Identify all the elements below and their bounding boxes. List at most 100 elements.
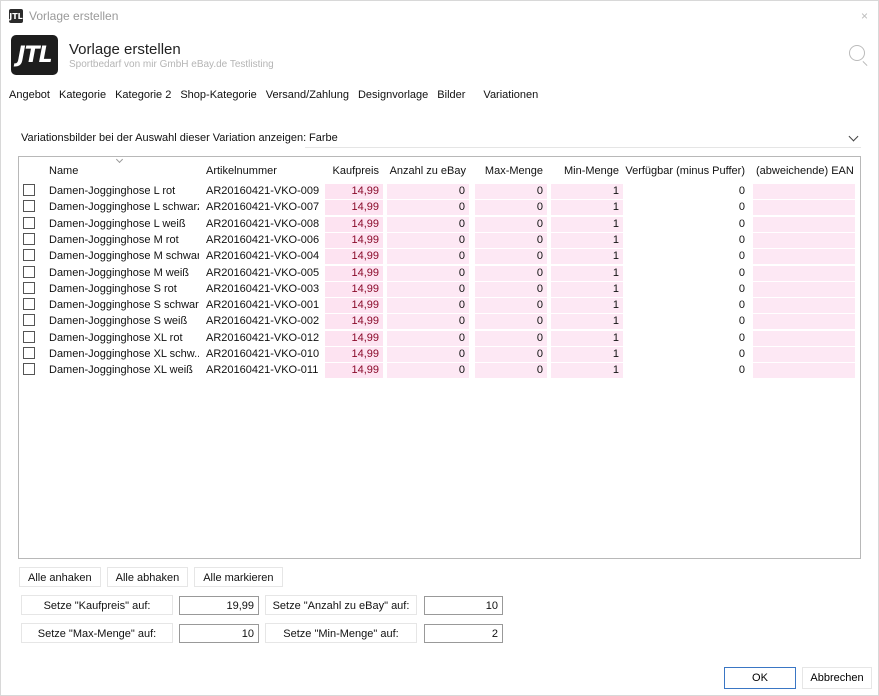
cell-ebay-qty[interactable]: 0 <box>387 298 469 314</box>
column-header-name[interactable]: Name <box>49 165 78 177</box>
cell-max-qty[interactable]: 0 <box>475 314 547 330</box>
cell-max-qty[interactable]: 0 <box>475 298 547 314</box>
tab-versand-zahlung[interactable]: Versand/Zahlung <box>266 89 349 105</box>
cell-ean[interactable] <box>753 265 855 281</box>
set-max-qty-button[interactable]: Setze "Max-Menge" auf: <box>21 623 173 643</box>
cell-ebay-qty[interactable]: 0 <box>387 265 469 281</box>
set-min-qty-button[interactable]: Setze "Min-Menge" auf: <box>265 623 417 643</box>
cell-max-qty[interactable]: 0 <box>475 216 547 232</box>
row-checkbox[interactable] <box>23 265 35 278</box>
table-row[interactable]: Damen-Jogginghose M weiß AR20160421-VKO-0… <box>19 265 860 281</box>
cell-ebay-qty[interactable]: 0 <box>387 281 469 297</box>
cell-min-qty[interactable]: 1 <box>551 314 623 330</box>
row-checkbox[interactable] <box>23 249 35 262</box>
set-price-button[interactable]: Setze "Kaufpreis" auf: <box>21 595 173 615</box>
column-header-max-qty[interactable]: Max-Menge <box>473 165 543 177</box>
cell-max-qty[interactable]: 0 <box>475 281 547 297</box>
cell-ebay-qty[interactable]: 0 <box>387 184 469 199</box>
cell-price[interactable]: 14,99 <box>325 347 383 362</box>
uncheck-all-button[interactable]: Alle abhaken <box>106 567 189 587</box>
column-header-min-qty[interactable]: Min-Menge <box>549 165 619 177</box>
column-header-ebay-qty[interactable]: Anzahl zu eBay <box>385 165 466 177</box>
table-row[interactable]: Damen-Jogginghose L schwarz AR20160421-VK… <box>19 199 860 216</box>
cell-ebay-qty[interactable]: 0 <box>387 347 469 362</box>
table-row[interactable]: Damen-Jogginghose M schwarz AR20160421-VK… <box>19 248 860 265</box>
cell-min-qty[interactable]: 1 <box>551 298 623 314</box>
row-checkbox[interactable] <box>23 347 35 359</box>
cell-price[interactable]: 14,99 <box>325 314 383 330</box>
cell-ean[interactable] <box>753 330 855 346</box>
row-checkbox[interactable] <box>23 184 35 196</box>
row-checkbox[interactable] <box>23 200 35 213</box>
row-checkbox[interactable] <box>23 232 35 245</box>
table-row[interactable]: Damen-Jogginghose XL weiß AR20160421-VKO-… <box>19 362 860 379</box>
cell-max-qty[interactable]: 0 <box>475 249 547 265</box>
set-max-qty-input[interactable] <box>179 624 259 643</box>
cell-ean[interactable] <box>753 314 855 330</box>
select-all-button[interactable]: Alle markieren <box>194 567 283 587</box>
cell-price[interactable]: 14,99 <box>325 216 383 232</box>
set-ebay-qty-input[interactable] <box>424 596 503 615</box>
cell-min-qty[interactable]: 1 <box>551 347 623 362</box>
row-checkbox[interactable] <box>23 314 35 327</box>
cell-price[interactable]: 14,99 <box>325 249 383 265</box>
tab-shop-kategorie[interactable]: Shop-Kategorie <box>180 89 256 105</box>
cell-price[interactable]: 14,99 <box>325 281 383 297</box>
cell-ebay-qty[interactable]: 0 <box>387 249 469 265</box>
tab-designvorlage[interactable]: Designvorlage <box>358 89 428 105</box>
cell-price[interactable]: 14,99 <box>325 184 383 199</box>
set-price-input[interactable] <box>179 596 259 615</box>
cell-max-qty[interactable]: 0 <box>475 184 547 199</box>
table-row[interactable]: Damen-Jogginghose S rot AR20160421-VKO-00… <box>19 281 860 297</box>
cell-price[interactable]: 14,99 <box>325 265 383 281</box>
variation-images-select[interactable]: Farbe <box>305 128 861 148</box>
cell-price[interactable]: 14,99 <box>325 232 383 248</box>
cell-min-qty[interactable]: 1 <box>551 363 623 379</box>
cell-ean[interactable] <box>753 298 855 314</box>
column-header-ean[interactable]: (abweichende) EAN <box>756 165 854 177</box>
cell-max-qty[interactable]: 0 <box>475 265 547 281</box>
cell-ean[interactable] <box>753 363 855 379</box>
row-checkbox[interactable] <box>23 363 35 376</box>
cell-ean[interactable] <box>753 216 855 232</box>
tab-kategorie-2[interactable]: Kategorie 2 <box>115 89 171 105</box>
cell-ean[interactable] <box>753 347 855 362</box>
cell-min-qty[interactable]: 1 <box>551 200 623 216</box>
column-header-sku[interactable]: Artikelnummer <box>206 165 277 177</box>
tab-variationen[interactable]: Variationen <box>483 89 538 105</box>
cell-min-qty[interactable]: 1 <box>551 281 623 297</box>
cell-ean[interactable] <box>753 232 855 248</box>
cell-min-qty[interactable]: 1 <box>551 249 623 265</box>
table-row[interactable]: Damen-Jogginghose M rot AR20160421-VKO-00… <box>19 232 860 248</box>
table-row[interactable]: Damen-Jogginghose XL rot AR20160421-VKO-0… <box>19 330 860 346</box>
search-icon[interactable] <box>849 45 865 61</box>
cell-min-qty[interactable]: 1 <box>551 330 623 346</box>
cell-ean[interactable] <box>753 281 855 297</box>
cell-ebay-qty[interactable]: 0 <box>387 314 469 330</box>
cell-ean[interactable] <box>753 249 855 265</box>
close-button[interactable]: × <box>861 9 868 23</box>
cell-price[interactable]: 14,99 <box>325 200 383 216</box>
cell-price[interactable]: 14,99 <box>325 363 383 379</box>
table-row[interactable]: Damen-Jogginghose L weiß AR20160421-VKO-0… <box>19 216 860 232</box>
table-row[interactable]: Damen-Jogginghose S schwarz AR20160421-VK… <box>19 297 860 314</box>
cell-max-qty[interactable]: 0 <box>475 330 547 346</box>
cell-min-qty[interactable]: 1 <box>551 232 623 248</box>
row-checkbox[interactable] <box>23 216 35 229</box>
set-ebay-qty-button[interactable]: Setze "Anzahl zu eBay" auf: <box>265 595 417 615</box>
tab-kategorie[interactable]: Kategorie <box>59 89 106 105</box>
tab-angebot[interactable]: Angebot <box>9 89 50 105</box>
table-row[interactable]: Damen-Jogginghose S weiß AR20160421-VKO-0… <box>19 313 860 330</box>
cell-max-qty[interactable]: 0 <box>475 347 547 362</box>
ok-button[interactable]: OK <box>724 667 796 689</box>
cell-ebay-qty[interactable]: 0 <box>387 216 469 232</box>
cell-max-qty[interactable]: 0 <box>475 232 547 248</box>
column-header-price[interactable]: Kaufpreis <box>325 165 379 177</box>
cell-ebay-qty[interactable]: 0 <box>387 330 469 346</box>
column-header-available[interactable]: Verfügbar (minus Puffer) <box>625 165 745 177</box>
cell-min-qty[interactable]: 1 <box>551 184 623 199</box>
cell-min-qty[interactable]: 1 <box>551 265 623 281</box>
cancel-button[interactable]: Abbrechen <box>802 667 872 689</box>
cell-price[interactable]: 14,99 <box>325 330 383 346</box>
tab-bilder[interactable]: Bilder <box>437 89 465 105</box>
